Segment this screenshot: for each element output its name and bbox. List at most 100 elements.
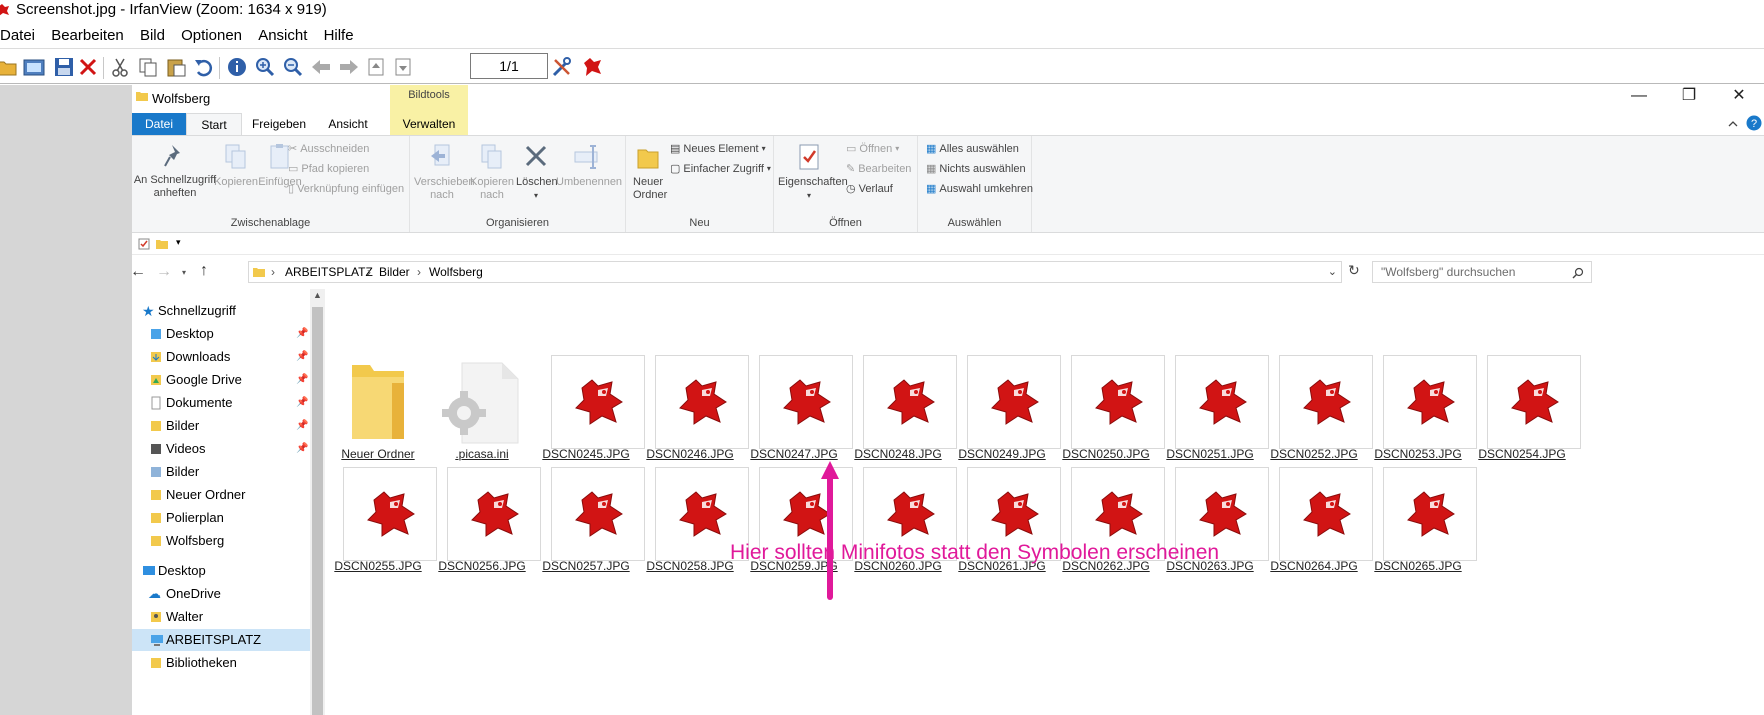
breadcrumb-bilder[interactable]: Bilder (379, 262, 410, 282)
scrollbar-thumb[interactable] (312, 307, 323, 715)
tab-ansicht[interactable]: Ansicht (316, 113, 380, 135)
new-item-button[interactable]: ▤ Neues Element ▾ (670, 142, 766, 156)
nav-item-desktop-root[interactable]: Desktop (132, 560, 310, 582)
menu-bild[interactable]: Bild (140, 23, 165, 49)
previous-arrow-icon[interactable] (309, 55, 333, 79)
navigation-scrollbar[interactable]: ▲ (310, 289, 325, 715)
nav-item-dokumente[interactable]: Dokumente 📌 (132, 392, 310, 414)
menu-optionen[interactable]: Optionen (181, 23, 242, 49)
menu-datei[interactable]: Datei (0, 23, 35, 49)
nav-item-bilder[interactable]: Bilder (132, 461, 310, 483)
save-icon[interactable] (52, 55, 76, 79)
copy-button[interactable]: Kopieren (214, 142, 258, 189)
nav-item-bilder-pinned[interactable]: Bilder 📌 (132, 415, 310, 437)
page-number-field[interactable]: 1/1 (470, 53, 548, 79)
search-input[interactable]: "Wolfsberg" durchsuchen (1372, 261, 1592, 283)
nav-item-walter[interactable]: Walter (132, 606, 310, 628)
file-item-jpg[interactable]: DSCN0255.JPG (326, 289, 437, 573)
settings-tools-icon[interactable] (550, 55, 574, 79)
nav-item-arbeitsplatz[interactable]: ARBEITSPLATZ (132, 629, 310, 651)
thumbnails-icon[interactable] (22, 55, 46, 79)
qat-dropdown-icon[interactable]: ▾ (176, 237, 181, 248)
refresh-icon[interactable]: ↻ (1348, 262, 1360, 279)
tab-verwalten[interactable]: Verwalten (390, 113, 468, 135)
irfanview-logo-icon[interactable] (580, 55, 604, 79)
zoom-out-icon[interactable] (281, 55, 305, 79)
file-name-label: .picasa.ini (455, 447, 509, 461)
back-arrow-icon[interactable]: ← (130, 263, 146, 281)
restore-button[interactable]: ❐ (1664, 85, 1714, 109)
file-item-jpg[interactable]: DSCN0258.JPG (638, 289, 749, 573)
copy-icon[interactable] (136, 55, 160, 79)
help-icon[interactable]: ? (1746, 115, 1762, 131)
open-button[interactable]: ▭ Öffnen ▾ (846, 142, 899, 156)
file-item-jpg[interactable]: DSCN0263.JPG (1158, 289, 1269, 573)
info-icon[interactable] (225, 55, 249, 79)
undo-icon[interactable] (191, 55, 215, 79)
delete-icon[interactable] (76, 55, 100, 79)
paste-shortcut-button[interactable]: ▯ Verknüpfung einfügen (288, 182, 404, 196)
paste-icon[interactable] (164, 55, 188, 79)
nav-item-onedrive[interactable]: ☁ OneDrive (132, 583, 310, 605)
last-page-icon[interactable] (391, 55, 415, 79)
nav-item-bibliotheken[interactable]: Bibliotheken (132, 652, 310, 674)
scroll-up-icon[interactable]: ▲ (313, 290, 322, 300)
minimize-button[interactable]: — (1614, 85, 1664, 109)
address-bar[interactable]: › ARBEITSPLATZ › Bilder › Wolfsberg ⌄ (248, 261, 1342, 283)
file-item-jpg[interactable]: DSCN0262.JPG (1054, 289, 1165, 573)
open-folder-icon[interactable] (0, 55, 18, 79)
file-item-jpg[interactable]: DSCN0265.JPG (1366, 289, 1477, 573)
forward-arrow-icon[interactable]: → (156, 263, 172, 281)
new-folder-qat-icon[interactable] (156, 238, 168, 250)
invert-selection-button[interactable]: ▦ Auswahl umkehren (926, 182, 1033, 196)
properties-button[interactable]: Eigenschaften ▾ (778, 142, 848, 202)
breadcrumb-arbeitsplatz[interactable]: ARBEITSPLATZ (285, 262, 373, 282)
history-button[interactable]: ◷ Verlauf (846, 182, 893, 196)
zoom-in-icon[interactable] (253, 55, 277, 79)
tab-datei[interactable]: Datei (132, 113, 186, 135)
file-item-jpg[interactable]: DSCN0264.JPG (1262, 289, 1373, 573)
nav-item-google-drive[interactable]: Google Drive 📌 (132, 369, 310, 391)
breadcrumb-wolfsberg[interactable]: Wolfsberg (429, 262, 483, 282)
nav-item-downloads[interactable]: Downloads 📌 (132, 346, 310, 368)
rename-button[interactable]: Umbenennen (556, 142, 622, 189)
easy-access-button[interactable]: ▢ Einfacher Zugriff ▾ (670, 162, 771, 176)
pin-quick-access-button[interactable]: An Schnellzugriff anheften (124, 142, 226, 200)
first-page-icon[interactable] (364, 55, 388, 79)
file-item-jpg[interactable]: DSCN0259.JPG (742, 289, 853, 573)
tab-start[interactable]: Start (186, 113, 242, 135)
address-dropdown-icon[interactable]: ⌄ (1328, 262, 1337, 282)
file-item-jpg[interactable]: DSCN0260.JPG (846, 289, 957, 573)
move-to-button[interactable]: Verschieben nach (414, 142, 475, 202)
next-arrow-icon[interactable] (337, 55, 361, 79)
menu-hilfe[interactable]: Hilfe (324, 23, 354, 49)
up-arrow-icon[interactable]: ↑ (200, 262, 208, 280)
new-folder-button[interactable]: Neuer Ordner (628, 142, 668, 202)
close-button[interactable]: ✕ (1714, 85, 1764, 109)
file-item-jpg[interactable]: DSCN0254.JPG (1470, 289, 1581, 461)
cut-button[interactable]: ✂ Ausschneiden (288, 142, 369, 156)
nav-item-wolfsberg[interactable]: Wolfsberg (132, 530, 310, 552)
nav-item-videos[interactable]: Videos 📌 (132, 438, 310, 460)
recent-dropdown-icon[interactable]: ▾ (182, 268, 186, 277)
nav-item-polierplan[interactable]: Polierplan (132, 507, 310, 529)
properties-qat-icon[interactable] (138, 238, 150, 250)
menu-bearbeiten[interactable]: Bearbeiten (51, 23, 124, 49)
copy-path-button[interactable]: ▭ Pfad kopieren (288, 162, 369, 176)
file-item-jpg[interactable]: DSCN0256.JPG (430, 289, 541, 573)
file-item-jpg[interactable]: DSCN0261.JPG (950, 289, 1061, 573)
select-none-button[interactable]: ▦ Nichts auswählen (926, 162, 1026, 176)
menu-ansicht[interactable]: Ansicht (258, 23, 307, 49)
nav-item-desktop[interactable]: Desktop 📌 (132, 323, 310, 345)
search-icon[interactable] (1572, 267, 1584, 279)
cut-icon[interactable] (108, 55, 132, 79)
copy-to-button[interactable]: Kopieren nach (470, 142, 514, 202)
nav-item-neuer-ordner[interactable]: Neuer Ordner (132, 484, 310, 506)
edit-button[interactable]: ✎ Bearbeiten (846, 162, 911, 176)
file-item-jpg[interactable]: DSCN0257.JPG (534, 289, 645, 573)
nav-item-schnellzugriff[interactable]: ★ Schnellzugriff (132, 300, 310, 322)
tab-freigeben[interactable]: Freigeben (244, 113, 314, 135)
select-all-button[interactable]: ▦ Alles auswählen (926, 142, 1019, 156)
delete-button[interactable]: Löschen ▾ (516, 142, 558, 202)
chevron-up-icon[interactable] (1728, 119, 1738, 129)
